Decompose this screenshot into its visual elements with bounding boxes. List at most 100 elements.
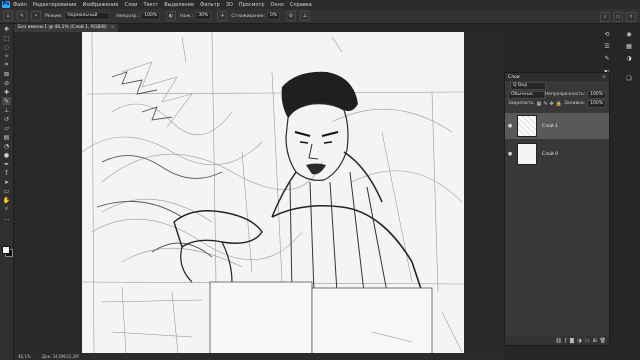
menu-type[interactable]: Текст [143,2,158,8]
pen-tool-icon[interactable]: ✒ [2,160,11,168]
layer-name[interactable]: Слой 0 [542,152,558,157]
menu-3d[interactable]: 3D [226,2,233,8]
menu-layers[interactable]: Слои [124,2,137,8]
layer-name[interactable]: Слой 1 [542,124,558,129]
lock-label: Закрепить: [508,101,535,106]
smoothing-input[interactable]: 0% [267,12,281,20]
hand-tool-icon[interactable]: ✋ [2,196,11,204]
gradient-tool-icon[interactable]: ▤ [2,133,11,141]
type-tool-icon[interactable]: T [2,169,11,177]
move-tool-icon[interactable]: ✥ [2,25,11,33]
layers-filter-select[interactable]: Q Вид [510,81,546,90]
menu-help[interactable]: Справка [290,2,312,8]
layer-opacity-input[interactable]: 100% [587,90,606,99]
adjustment-layer-icon[interactable]: ◑ [577,338,581,344]
new-layer-icon[interactable]: ⊞ [592,338,596,344]
eraser-tool-icon[interactable]: ▱ [2,124,11,132]
shape-tool-icon[interactable]: ▭ [2,187,11,195]
layer-row[interactable]: ● Слой 0 [505,141,609,167]
dodge-tool-icon[interactable]: ● [2,151,11,159]
angle-icon[interactable]: ∠ [300,11,311,21]
layers-panel-icon[interactable]: ❏ [624,74,634,83]
airbrush-icon[interactable]: ✈ [217,11,228,21]
document-tab[interactable]: Без имени-1 @ 46,1% (Слой 1, RGB/8) × [14,24,119,32]
app-logo: Ps [2,1,10,8]
path-select-tool-icon[interactable]: ➤ [2,178,11,186]
layers-panel: Слои ≡ Q Вид Обычные Непрозрачность: 100… [504,72,610,346]
brushes-panel-icon[interactable]: ✎ [602,54,612,63]
eye-icon[interactable]: ● [505,123,515,129]
brush-tool-icon[interactable]: ✎ [2,97,11,105]
document-tabs: Без имени-1 @ 46,1% (Слой 1, RGB/8) × [14,24,504,32]
lasso-tool-icon[interactable]: ◌ [2,43,11,51]
opacity-input[interactable]: 100% [141,12,161,20]
menu-image[interactable]: Изображение [82,2,118,8]
layers-lock-row: Закрепить: ▦ ✎ ✥ 🔒 Заливка: 100% [505,99,609,108]
canvas[interactable] [82,32,464,354]
status-bar: 46,1% Док: 34,0М/22,2М [14,353,504,360]
layers-blend-row: Обычные Непрозрачность: 100% [505,90,609,99]
mask-icon[interactable]: ◙ [569,338,574,344]
flow-input[interactable]: 30% [195,12,212,20]
mode-option: Режим: Нормальный [45,12,111,20]
menu-view[interactable]: Просмотр [239,2,265,8]
options-right: ⌕ ▭ ⇪ [597,12,636,22]
close-icon[interactable]: × [111,25,115,30]
flow-label: Наж.: [180,13,194,19]
group-icon[interactable]: ▭ [585,338,590,344]
lock-all-icon[interactable]: 🔒 [556,101,562,107]
eye-icon[interactable]: ● [505,151,515,157]
frame-tool-icon[interactable]: ⊠ [2,70,11,78]
fill-input[interactable]: 100% [587,99,606,108]
panel-menu-icon[interactable]: ≡ [602,75,606,80]
delete-layer-icon[interactable]: 🗑 [600,338,606,344]
link-layers-icon[interactable]: ⛓ [555,338,561,344]
quick-select-tool-icon[interactable]: ✧ [2,52,11,60]
layer-row[interactable]: ● Слой 1 [505,113,609,139]
swatches-panel-icon[interactable]: ▦ [624,42,634,51]
pressure-opacity-icon[interactable]: ◐ [166,11,177,21]
opacity-label: Непрозр.: [116,13,140,19]
history-panel-icon[interactable]: ⟲ [602,30,612,39]
doc-info[interactable]: Док: 34,0М/22,2М [42,354,79,359]
foreground-color-swatch[interactable] [2,246,10,254]
properties-panel-icon[interactable]: ☰ [602,42,612,51]
fx-icon[interactable]: ƒ [565,338,567,344]
menu-file[interactable]: Файл [13,2,27,8]
healing-tool-icon[interactable]: ✚ [2,88,11,96]
eyedropper-tool-icon[interactable]: ⊘ [2,79,11,87]
mode-select[interactable]: Нормальный [64,12,111,20]
layer-thumbnail [517,143,537,165]
adjustments-panel-icon[interactable]: ◑ [624,54,634,63]
workspace-icon[interactable]: ▭ [613,12,623,22]
menu-edit[interactable]: Редактирование [33,2,77,8]
sketch-character [173,71,423,293]
smoothing-label: Сглаживание: [231,13,266,19]
zoom-tool-icon[interactable]: ⌕ [2,205,11,213]
crop-tool-icon[interactable]: ⌗ [2,61,11,69]
gear-icon[interactable]: ⚙ [286,11,297,21]
color-panel-icon[interactable]: ◉ [624,30,634,39]
home-icon[interactable]: ⌂ [3,11,13,21]
menu-window[interactable]: Окно [271,2,284,8]
lock-move-icon[interactable]: ✥ [550,101,554,107]
zoom-level[interactable]: 46,1% [18,354,31,359]
blur-tool-icon[interactable]: ◔ [2,142,11,150]
search-icon[interactable]: ⌕ [600,12,610,22]
history-brush-icon[interactable]: ↺ [2,115,11,123]
brush-tool-preset-icon[interactable]: ✎ [17,11,27,21]
brush-size-icon[interactable]: • [31,11,41,21]
menu-filter[interactable]: Фильтр [200,2,220,8]
menu-bar: Ps Файл Редактирование Изображение Слои … [0,0,640,9]
blend-mode-select[interactable]: Обычные [508,90,545,99]
share-icon[interactable]: ⇪ [626,12,636,22]
more-tools-icon[interactable]: … [2,214,11,222]
stamp-tool-icon[interactable]: ⊥ [2,106,11,114]
lock-pixels-icon[interactable]: ▦ [537,101,542,107]
menu-select[interactable]: Выделение [164,2,194,8]
tools-panel: ✥ ⬚ ◌ ✧ ⌗ ⊠ ⊘ ✚ ✎ ⊥ ↺ ▱ ▤ ◔ ● ✒ T ➤ ▭ ✋ … [0,24,14,360]
lock-brush-icon[interactable]: ✎ [543,101,547,107]
marquee-tool-icon[interactable]: ⬚ [2,34,11,42]
fill-label: Заливка: [564,101,586,106]
layers-panel-title[interactable]: Слои [508,75,520,80]
